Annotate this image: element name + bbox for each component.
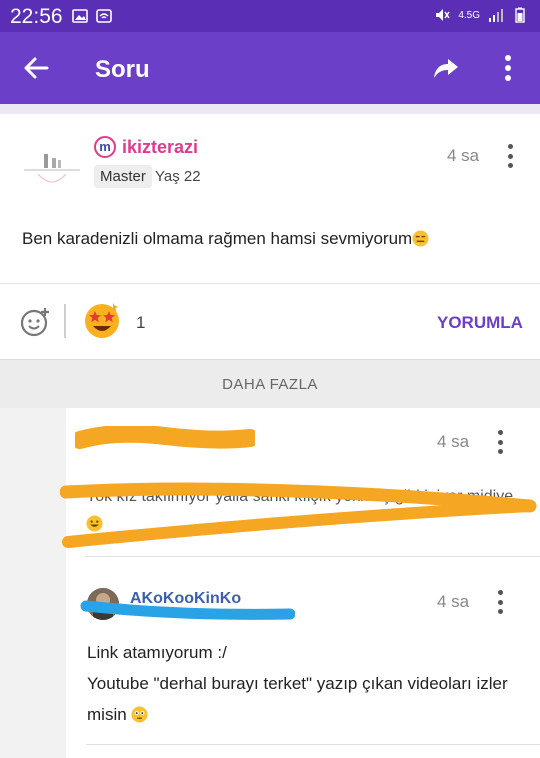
- rank-badge: Master: [94, 165, 152, 188]
- question-text: Ben karadenizli olmama rağmen hamsi sevm…: [22, 229, 429, 249]
- network-type: 4.5G: [458, 9, 480, 21]
- load-more-button[interactable]: DAHA FAZLA: [0, 376, 540, 393]
- more-options-icon[interactable]: [500, 52, 516, 84]
- divider: [86, 744, 540, 745]
- flushed-emoji-icon: [131, 706, 148, 723]
- question-time: 4 sa: [447, 146, 480, 165]
- thread-gutter: [0, 408, 66, 758]
- page-title: Soru: [95, 56, 150, 83]
- user-avatar[interactable]: [22, 140, 82, 192]
- add-reaction-icon[interactable]: [20, 307, 50, 337]
- reaction-count: 1: [136, 313, 146, 332]
- brand-logo-icon: m: [94, 136, 116, 158]
- expressionless-emoji-icon: [412, 230, 429, 247]
- header-shadow-strip: [0, 104, 540, 114]
- wifi-status-icon: [96, 9, 112, 23]
- battery-icon: [515, 7, 525, 23]
- app-bar: Soru: [0, 32, 540, 104]
- redaction-scribble: [75, 426, 255, 449]
- back-arrow-icon[interactable]: [22, 54, 50, 82]
- gallery-icon: [72, 9, 88, 23]
- divider: [86, 556, 540, 557]
- reaction-separator: [64, 304, 66, 338]
- question-options-icon[interactable]: [507, 144, 513, 168]
- status-time: 22:56: [10, 5, 63, 28]
- redaction-scribble: [80, 600, 295, 620]
- signal-icon: [489, 9, 503, 22]
- redaction-scribble: [60, 482, 537, 548]
- comment-time: 4 sa: [437, 432, 470, 451]
- mute-icon: [436, 9, 450, 21]
- comment-time: 4 sa: [437, 592, 470, 611]
- question-username[interactable]: ikizterazi: [122, 137, 198, 158]
- status-bar: 22:56 4.5G: [0, 0, 540, 32]
- star-struck-emoji-icon[interactable]: [82, 300, 122, 340]
- comment-text: Link atamıyorum :/ Youtube "derhal buray…: [87, 643, 508, 724]
- share-icon[interactable]: [432, 54, 460, 82]
- comment-options-icon[interactable]: [497, 430, 503, 454]
- user-age: Yaş 22: [155, 168, 201, 185]
- divider: [0, 283, 540, 284]
- comment-options-icon[interactable]: [497, 590, 503, 614]
- comment-button[interactable]: YORUMLA: [437, 313, 523, 333]
